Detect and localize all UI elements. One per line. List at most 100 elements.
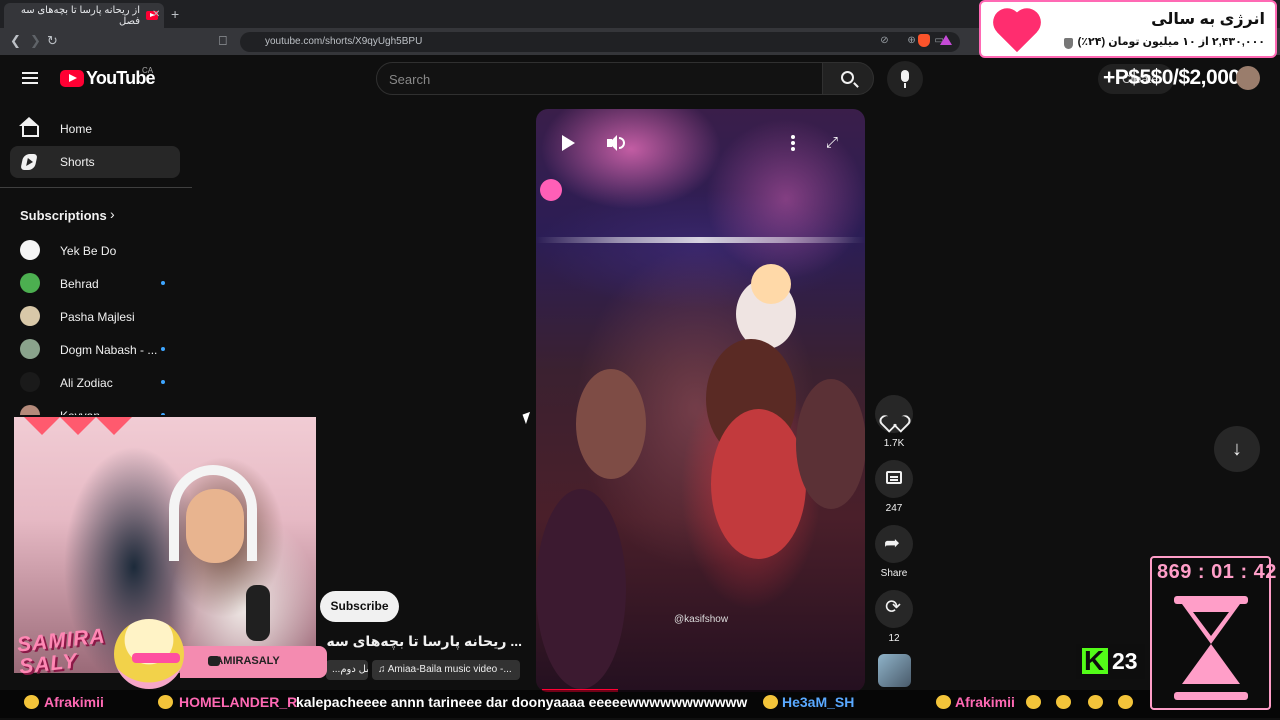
social-handle-pill: SAMIRASALY (180, 646, 327, 678)
search-input[interactable]: Search (376, 62, 823, 95)
share-icon: ➦ (884, 533, 900, 554)
subscription-item[interactable]: Yek Be Do (20, 240, 180, 264)
channel-avatar (20, 240, 40, 260)
comments-button[interactable] (875, 460, 913, 498)
nanoleaf-light (24, 417, 60, 435)
new-content-dot (161, 281, 165, 285)
subscription-item[interactable]: Keyvan (20, 405, 180, 415)
chat-message: kalepacheeee annn tarineee dar doonyaaaa… (296, 694, 748, 710)
subscription-item[interactable]: Dogm Nabash - ... (20, 339, 180, 363)
subscription-item[interactable]: Ali Zodiac (20, 372, 180, 396)
anime-glasses (132, 653, 180, 663)
channel-avatar (20, 339, 40, 359)
video-figure (751, 264, 791, 304)
subscriptions-heading[interactable]: Subscriptions (20, 208, 107, 223)
nanoleaf-light (60, 417, 96, 435)
address-bar[interactable]: youtube.com/shorts/X9qyUgh5BPU ⊘ ⊕ ▭ (240, 32, 960, 52)
search-button[interactable] (822, 62, 874, 95)
microphone-icon (901, 70, 909, 82)
like-count: 1.7K (883, 438, 905, 449)
close-icon[interactable]: ✕ (152, 9, 160, 20)
shield-icon (1064, 38, 1073, 49)
forward-icon[interactable]: ❯ (30, 33, 41, 49)
donation-progress-text: ۲,۴۳۰,۰۰۰ از ۱۰ میلیون تومان (۲۴٪) (1077, 36, 1265, 48)
emoji-icon (1118, 695, 1133, 709)
youtube-logo-icon[interactable] (60, 70, 84, 87)
search-placeholder: Search (389, 72, 431, 87)
new-content-dot (161, 347, 165, 351)
sidebar-item-home[interactable]: Home (10, 113, 180, 145)
share-label: Share (880, 568, 908, 579)
short-video-player[interactable]: ⤢ @kasifshow (536, 109, 865, 692)
heart-icon (886, 408, 902, 422)
emoji-icon (763, 695, 778, 709)
tab-title: از ریحانه پارسا تا بچه‌های سه فصل (20, 4, 140, 27)
comment-count: 247 (885, 503, 903, 514)
chat-username: HOMELANDER_R (179, 694, 298, 710)
reload-icon[interactable]: ↻ (47, 33, 58, 49)
timer-text: 869 : 01 : 42 (1157, 561, 1277, 583)
channel-name: Behrad (60, 277, 99, 291)
sidebar-item-label: Home (60, 122, 93, 136)
remix-icon: ⟳ (885, 597, 901, 618)
video-light-strip (536, 237, 865, 243)
emoji-icon (936, 695, 951, 709)
remix-button[interactable]: ⟳ (875, 590, 913, 628)
fullscreen-icon[interactable]: ⤢ (826, 135, 842, 151)
microphone (246, 585, 270, 641)
comment-icon (886, 471, 902, 484)
chevron-right-icon[interactable]: › (110, 206, 115, 222)
music-chip[interactable]: ♫ Amiaa-Baila music video -... (372, 660, 520, 680)
new-tab-button[interactable]: + (171, 6, 179, 22)
channel-avatar (20, 372, 40, 392)
sound-thumbnail[interactable] (878, 654, 911, 687)
youtube-instagram-icon (208, 656, 220, 666)
sidebar-item-shorts[interactable]: Shorts (10, 146, 180, 178)
donation-title: انرژی به سالی (1151, 11, 1265, 28)
play-icon[interactable] (562, 135, 575, 151)
back-icon[interactable]: ❮ (10, 33, 21, 49)
bookmark-icon[interactable]: ⎕ (219, 33, 227, 49)
short-title[interactable]: ... ریحانه پارسا تا بچه‌های سه فصل (322, 633, 522, 650)
video-watermark: @kasifshow (674, 614, 729, 625)
overlay-goal-amount: +P$5$0/$2,000 (1103, 66, 1240, 89)
sidebar-item-label: Shorts (60, 155, 95, 169)
heart-icon (989, 6, 1045, 56)
channel-avatar (20, 405, 40, 415)
donation-goal-overlay: انرژی به سالی ۲,۴۳۰,۰۰۰ از ۱۰ میلیون توم… (979, 0, 1277, 58)
home-icon (19, 117, 39, 137)
video-figure (536, 489, 626, 689)
channel-name: Keyvan (60, 409, 100, 415)
emoji-icon (1056, 695, 1071, 709)
subscribe-button[interactable]: Subscribe (320, 591, 399, 622)
menu-icon[interactable] (22, 72, 38, 84)
brave-shield-icon[interactable] (918, 34, 930, 47)
url-text: youtube.com/shorts/X9qyUgh5BPU (265, 36, 423, 47)
channel-name: Pasha Majlesi (60, 310, 135, 324)
video-flower (540, 179, 562, 201)
mouse-cursor-icon (522, 411, 534, 425)
more-options-icon[interactable] (791, 135, 795, 151)
subscription-item[interactable]: Behrad (20, 273, 180, 297)
nanoleaf-light (96, 417, 132, 435)
shorts-icon (20, 154, 38, 170)
emoji-icon (158, 695, 173, 709)
video-figure (711, 409, 806, 559)
next-short-button[interactable]: ↓ (1214, 426, 1260, 472)
music-chip-label: Amiaa-Baila music video -... (387, 664, 512, 675)
chat-username: He3aM_SH (782, 694, 855, 710)
account-avatar[interactable] (1236, 66, 1260, 90)
voice-search-button[interactable] (887, 61, 923, 97)
new-content-dot (161, 380, 165, 384)
channel-chip[interactable]: ...سل دوم (326, 660, 368, 680)
video-figure (796, 379, 865, 509)
subscription-item[interactable]: Pasha Majlesi (20, 306, 180, 330)
sidebar-divider (0, 187, 192, 188)
share-button[interactable]: ➦ (875, 525, 913, 563)
emoji-icon (1088, 695, 1103, 709)
brave-rewards-icon[interactable] (940, 35, 952, 45)
kick-logo-icon (1082, 646, 1108, 676)
like-button[interactable] (875, 395, 913, 433)
browser-tab[interactable]: از ریحانه پارسا تا بچه‌های سه فصل ✕ (4, 3, 164, 28)
streamer-name-tag: SAMIRA SALY (16, 624, 109, 678)
